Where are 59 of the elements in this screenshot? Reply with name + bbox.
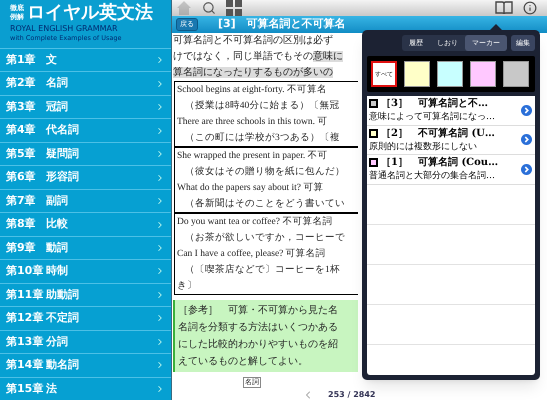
example-text: （お茶が欲しいですか，コーヒーで xyxy=(184,231,346,244)
marker-snippet: 普通名詞と大部分の集合名詞… xyxy=(369,170,496,183)
marker-title: ［3］ 可算名詞と不… xyxy=(381,96,488,111)
chapter-item[interactable]: 第8章 比較 xyxy=(0,212,171,236)
marker-title: ［2］ 不可算名詞 (U… xyxy=(381,126,495,140)
chapter-item[interactable]: 第4章 代名詞 xyxy=(0,118,171,142)
color-swatch[interactable] xyxy=(437,61,463,87)
chapter-item[interactable]: 第9章 動詞 xyxy=(0,236,171,260)
chapter-item[interactable]: 第5章 疑問詞 xyxy=(0,142,171,166)
info-icon[interactable] xyxy=(523,1,537,15)
example-text: （彼女はその贈り物を紙に包んだ） xyxy=(184,165,346,178)
chapter-item[interactable]: 第11章 助動詞 xyxy=(0,282,171,306)
note-text: えているものと解してよい。 xyxy=(178,354,309,368)
example-text: き〕 xyxy=(177,280,198,292)
chapter-item[interactable]: 第2章 名詞 xyxy=(0,71,171,95)
color-swatch[interactable] xyxy=(470,61,496,87)
note-text: 名詞を分類する方法はいくつかある xyxy=(178,320,339,334)
marker-item[interactable]: ［2］ 不可算名詞 (U… 原則的には複数形にしない xyxy=(367,126,535,155)
marker-item[interactable]: ［3］ 可算名詞と不… 意味によって可算名詞になっ… xyxy=(367,96,535,126)
example-text: （〔喫茶店などで〕コーヒーを1杯 xyxy=(184,263,341,276)
chapter-item[interactable]: 第14章 動名詞 xyxy=(0,353,171,377)
color-swatch[interactable] xyxy=(503,61,529,87)
marker-item[interactable]: ［1］ 可算名詞 (Cou… 普通名詞と大部分の集合名詞… xyxy=(367,155,535,184)
logo-title: ロイヤル英文法 xyxy=(27,2,153,24)
chapter-item[interactable]: 第15章 法 xyxy=(0,376,171,400)
disclosure-icon[interactable] xyxy=(521,104,532,116)
color-swatch[interactable] xyxy=(404,61,430,87)
chapter-item[interactable]: 第7章 副詞 xyxy=(0,188,171,212)
example-text: （この町には学校が3つある）〔複 xyxy=(184,131,341,144)
example-text: （授業は8時40分に始まる）〔無冠 xyxy=(184,99,340,112)
example-text: Do you want tea or coffee? 不可算名詞 xyxy=(177,215,334,228)
chapter-item[interactable]: 第1章 文 xyxy=(0,48,171,72)
note-text: にした比較的わかりやすいものを紹 xyxy=(178,338,339,352)
chapter-item[interactable]: 第6章 形容詞 xyxy=(0,165,171,189)
chapter-item[interactable]: 第10章 時制 xyxy=(0,259,171,283)
disclosure-icon[interactable] xyxy=(521,134,532,146)
example-text: School begins at eight-forty. 不可算名 xyxy=(177,83,328,96)
marker-snippet: 意味によって可算名詞になっ… xyxy=(369,111,496,124)
grid-icon[interactable] xyxy=(226,0,242,16)
page-counter: 253 / 2842 xyxy=(328,388,376,400)
marker-title: ［1］ 可算名詞 (Cou… xyxy=(381,156,498,170)
example-text: （各新聞はそのことをどう書いてい xyxy=(184,197,346,210)
note-text: ［参考］ 可算・不可算から見た名 xyxy=(178,304,339,318)
example-text: Can I have a coffee, please? 可算名詞 xyxy=(177,247,327,260)
chapter-item[interactable]: 第12章 不定詞 xyxy=(0,306,171,330)
example-text: There are three schools in this town. 可 xyxy=(177,116,328,128)
disclosure-icon[interactable] xyxy=(521,164,532,175)
logo-subtitle: ROYAL ENGLISH GRAMMAR xyxy=(10,24,118,34)
example-text: What do the papers say about it? 可算 xyxy=(177,181,324,194)
chapter-item[interactable]: 第13章 分詞 xyxy=(0,330,171,354)
search-icon[interactable] xyxy=(202,1,216,15)
marker-snippet: 原則的には複数形にしない xyxy=(369,140,478,154)
book-icon[interactable] xyxy=(495,1,513,15)
body-text: 可算名詞と不可算名詞の区別は必ず xyxy=(173,34,334,48)
header-title: [3] 可算名詞と不可算名 xyxy=(218,16,346,32)
chapter-item[interactable]: 第3章 冠詞 xyxy=(0,94,171,118)
example-text: She wrapped the present in paper. 不可 xyxy=(177,150,329,162)
body-text: 算名詞になったりするものが多いの xyxy=(173,66,334,80)
body-text: けではなく，同じ単語でもその意味に xyxy=(173,50,344,64)
